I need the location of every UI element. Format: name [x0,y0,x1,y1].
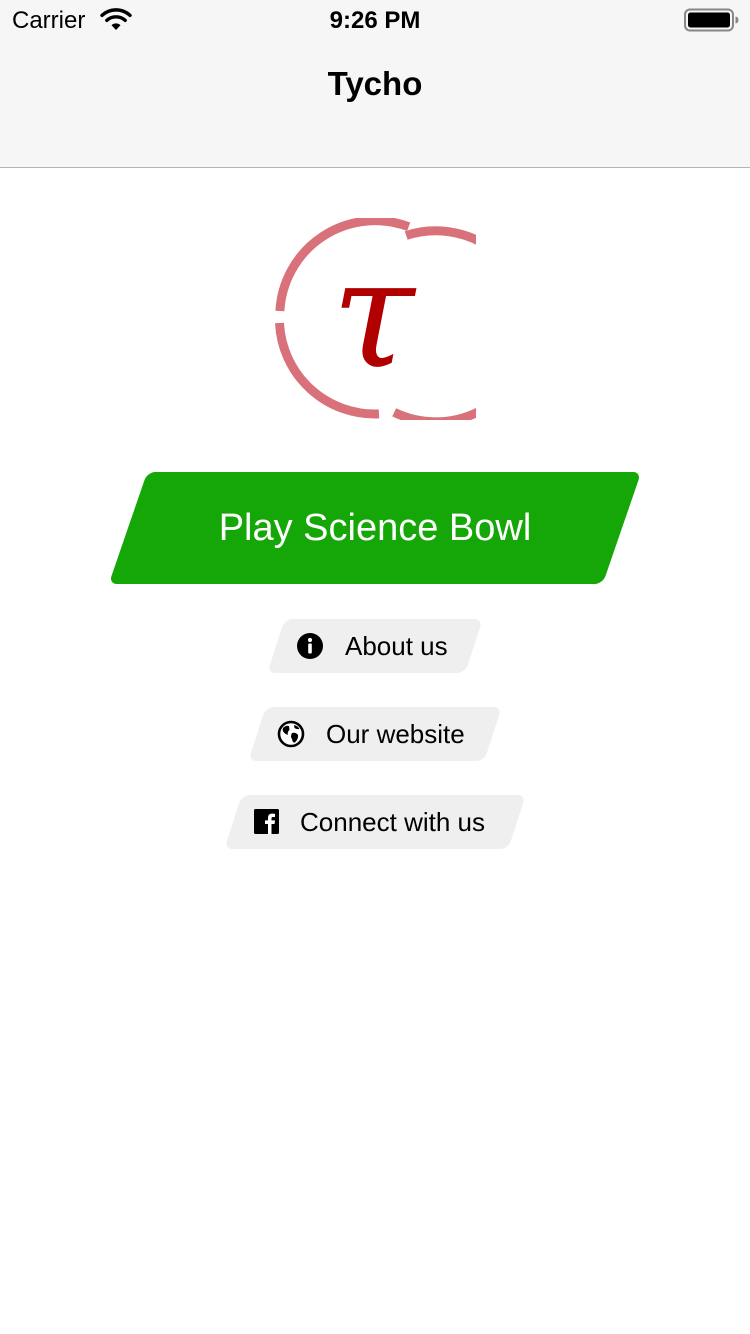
page-title: Tycho [327,65,423,102]
our-website-button[interactable] [248,707,502,761]
clock: 9:26 PM [329,7,421,34]
tycho-logo: τ [275,218,476,420]
navigation-bar [0,40,750,168]
connect-with-us-button[interactable] [224,795,526,849]
about-us-button[interactable] [267,619,483,673]
battery-icon [684,8,739,32]
logo-symbol: τ [332,228,417,402]
play-science-bowl-button[interactable] [108,472,642,584]
status-bar: Carrier 9:26 PM [0,0,750,40]
